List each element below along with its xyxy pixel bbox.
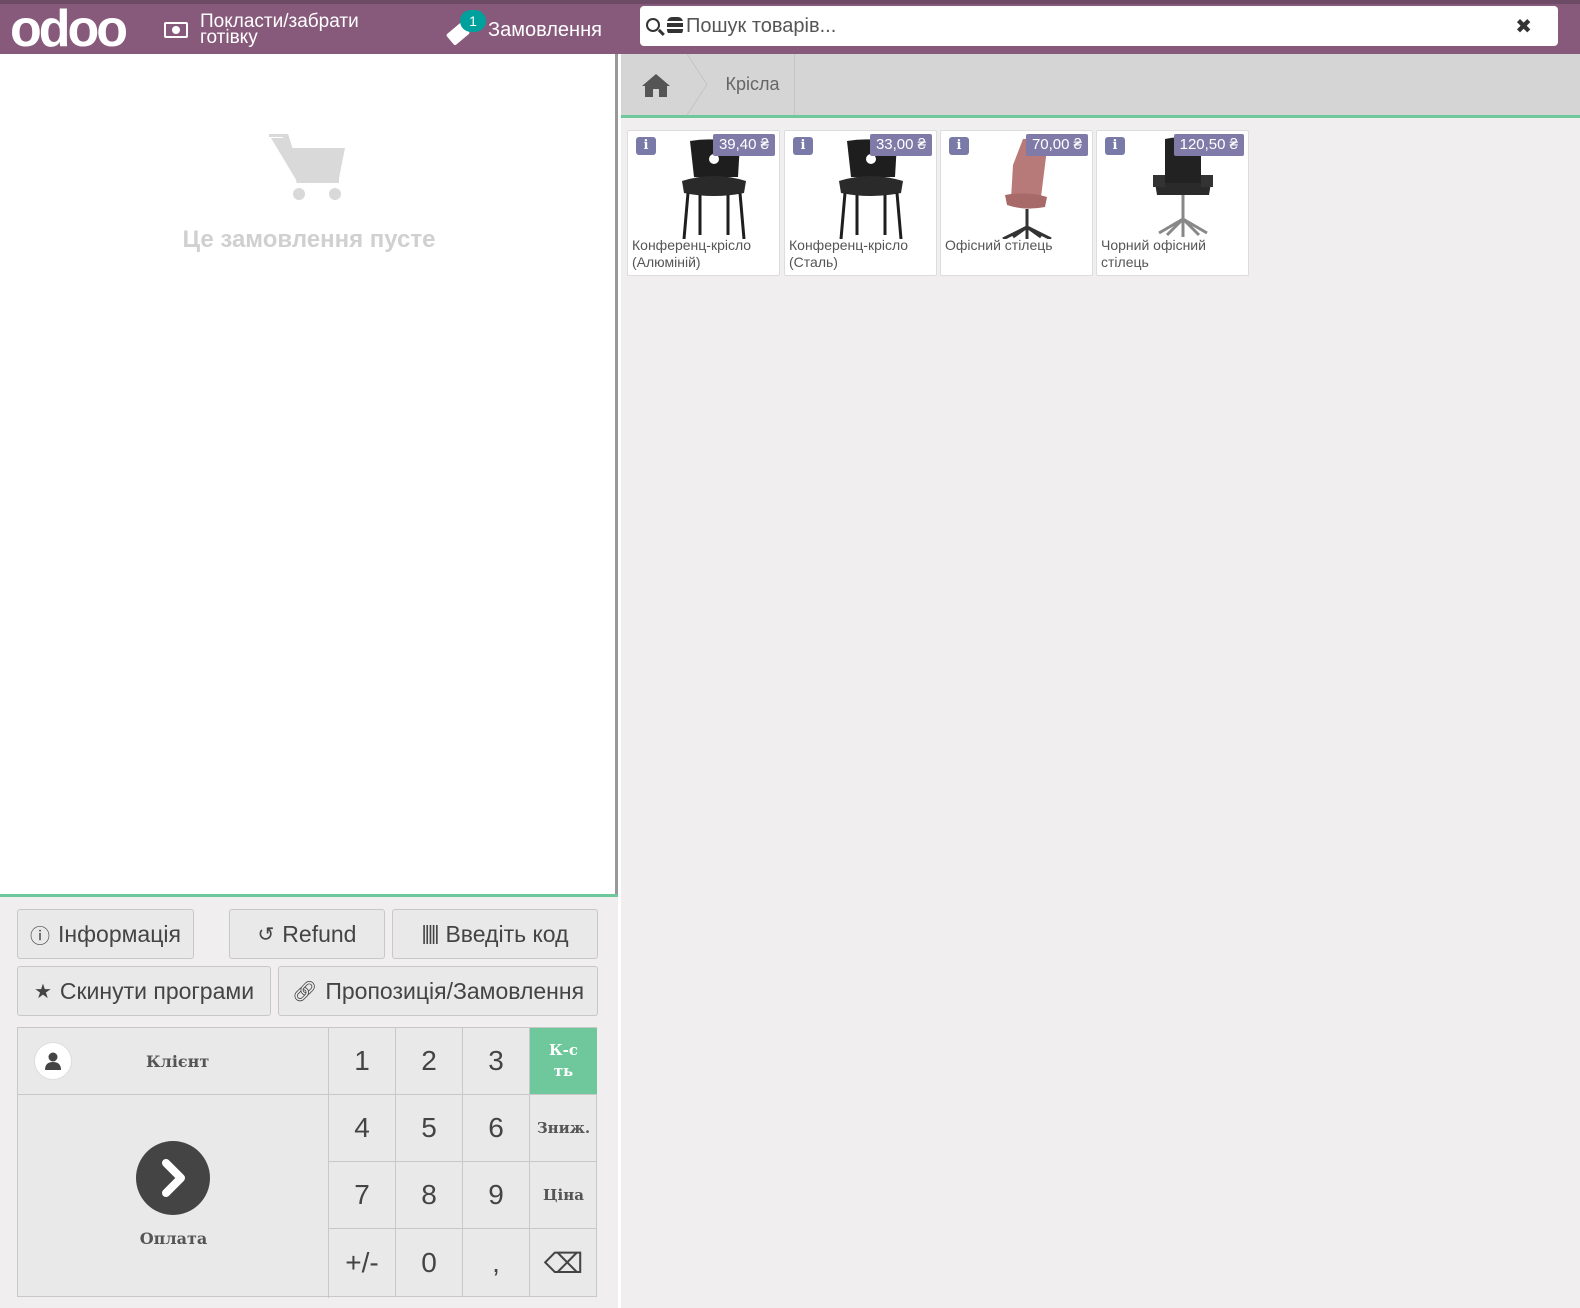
breadcrumb-category[interactable]: Крісла [711, 54, 795, 115]
top-header: odoo Покласти/забрати готівку 1 Замовлен… [0, 0, 1580, 54]
cash-in-out-button[interactable]: Покласти/забрати готівку [164, 8, 400, 52]
orders-button[interactable]: 1 Замовлення [445, 8, 602, 52]
product-info-icon[interactable]: i [793, 137, 813, 155]
quotation-order-label: Пропозиція/Замовлення [325, 977, 585, 1004]
payment-label: Оплата [139, 1229, 208, 1248]
mode-quantity-button[interactable]: К-сть [530, 1028, 597, 1095]
money-icon [164, 22, 188, 38]
orders-label: Замовлення [488, 18, 602, 41]
payment-button[interactable]: Оплата [18, 1095, 329, 1298]
database-icon[interactable] [667, 17, 683, 35]
odoo-logo: odoo [10, 8, 129, 52]
numpad-key-0[interactable]: 0 [396, 1229, 463, 1297]
numpad-key-6[interactable]: 6 [463, 1095, 530, 1162]
product-price-tag: 70,00 ₴ [1025, 134, 1088, 156]
quotation-order-button[interactable]: 🔗︎ Пропозиція/Замовлення [278, 966, 598, 1016]
mode-price-button[interactable]: Ціна [530, 1162, 597, 1229]
breadcrumb-separator [687, 54, 708, 115]
product-search-box: ✖ [640, 6, 1558, 46]
customer-button[interactable]: Клієнт [18, 1028, 329, 1095]
shopping-cart-icon [269, 134, 345, 200]
order-pane: Це замовлення пусте ⓘ Інформація ↺ Refun… [0, 54, 618, 1308]
numpad-key-7[interactable]: 7 [329, 1162, 396, 1229]
enter-code-button[interactable]: ||||| Введіть код [392, 909, 598, 959]
info-circle-icon: ⓘ [30, 925, 51, 948]
numpad-key-8[interactable]: 8 [396, 1162, 463, 1229]
backspace-icon: ⌫ [543, 1247, 584, 1279]
info-label: Інформація [58, 920, 181, 947]
product-card[interactable]: i 39,40 ₴ Конференц-крісло (Алюміній) [627, 130, 780, 276]
refund-button[interactable]: ↺ Refund [229, 909, 385, 959]
product-price-tag: 39,40 ₴ [712, 134, 775, 156]
reset-programs-button[interactable]: ★ Скинути програми [17, 966, 271, 1016]
product-card[interactable]: i 120,50 ₴ Чорний офісний стілець [1096, 130, 1249, 276]
product-card[interactable]: i 33,00 ₴ Конференц-крісло (Сталь) [784, 130, 937, 276]
empty-order: Це замовлення пусте [0, 134, 618, 254]
orders-count-badge: 1 [460, 10, 486, 32]
numpad-area: Клієнт Оплата 1 2 3 К-сть 4 5 6 Зниж. 7 … [17, 1027, 597, 1298]
product-card[interactable]: i 70,00 ₴ Офісний стілець [940, 130, 1093, 276]
product-info-icon[interactable]: i [636, 137, 656, 155]
control-area: ⓘ Інформація ↺ Refund ||||| Введіть код … [0, 894, 618, 1308]
numpad-key-decimal[interactable]: , [463, 1229, 530, 1297]
product-search-input[interactable] [686, 11, 1526, 41]
numpad-key-4[interactable]: 4 [329, 1095, 396, 1162]
backspace-button[interactable]: ⌫ [530, 1229, 597, 1297]
logo-text: odoo [10, 8, 126, 52]
numpad-key-1[interactable]: 1 [329, 1028, 396, 1095]
mode-discount-button[interactable]: Зниж. [530, 1095, 597, 1162]
reset-programs-label: Скинути програми [59, 977, 255, 1004]
product-info-icon[interactable]: i [1105, 137, 1125, 155]
product-pane: Крісла i 39,40 ₴ Конференц-крісло (Алюмі… [621, 54, 1580, 1308]
product-name: Конференц-крісло (Сталь) [789, 237, 909, 270]
product-name: Чорний офісний стілець [1101, 237, 1206, 270]
numpad-key-2[interactable]: 2 [396, 1028, 463, 1095]
clear-search-icon[interactable]: ✖ [1515, 14, 1532, 39]
refund-label: Refund [282, 920, 357, 947]
chevron-right-icon [136, 1141, 210, 1215]
empty-order-text: Це замовлення пусте [182, 226, 436, 253]
enter-code-label: Введіть код [445, 920, 569, 947]
product-info-icon[interactable]: i [949, 137, 969, 155]
numpad-key-plus-minus[interactable]: +/- [329, 1229, 396, 1297]
user-icon [34, 1042, 72, 1080]
info-button[interactable]: ⓘ Інформація [17, 909, 194, 959]
cash-in-out-label: Покласти/забрати готівку [200, 11, 359, 48]
numpad-key-5[interactable]: 5 [396, 1095, 463, 1162]
product-name: Офісний стілець [945, 237, 1053, 253]
pos-app: odoo Покласти/забрати готівку 1 Замовлен… [0, 0, 1580, 1308]
link-icon: 🔗︎ [291, 980, 318, 1003]
home-icon [642, 73, 670, 97]
barcode-icon: ||||| [421, 922, 439, 945]
search-icon [646, 18, 660, 32]
undo-icon: ↺ [257, 923, 275, 946]
product-price-tag: 33,00 ₴ [869, 134, 932, 156]
home-button[interactable] [621, 54, 691, 115]
product-name: Конференц-крісло (Алюміній) [632, 237, 752, 270]
star-icon: ★ [33, 980, 52, 1003]
product-price-tag: 120,50 ₴ [1173, 134, 1244, 156]
mode-quantity-label: К-сть [548, 1041, 578, 1080]
numpad-key-9[interactable]: 9 [463, 1162, 530, 1229]
breadcrumb: Крісла [621, 54, 1580, 118]
customer-label: Клієнт [146, 1051, 210, 1071]
numpad-key-3[interactable]: 3 [463, 1028, 530, 1095]
